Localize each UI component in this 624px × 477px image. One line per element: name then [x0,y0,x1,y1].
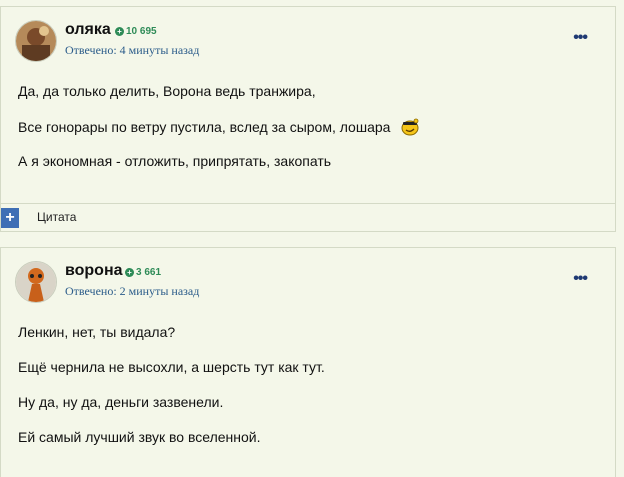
post-paragraph: Ну да, ну да, деньги зазвенели. [18,394,224,410]
avatar[interactable] [15,261,57,303]
more-dots-icon[interactable]: ••• [573,270,588,288]
post-paragraph: Все гонорары по ветру пустила, вслед за … [18,119,391,136]
author-name[interactable]: оляка [65,21,111,39]
plus-circle-icon: + [125,268,134,277]
avatar[interactable] [15,20,57,62]
post-paragraph-with-emoji: Все гонорары по ветру пустила, вслед за … [18,118,420,139]
post-paragraph: Да, да только делить, Ворона ведь транжи… [18,83,316,99]
post-footer: + Цитата [1,203,615,234]
reputation-badge: + 10 695 [115,26,157,37]
plus-circle-icon: + [115,27,124,36]
post-paragraph: А я экономная - отложить, припрятать, за… [18,153,332,169]
reputation-value: 3 661 [136,267,162,278]
post-paragraph: Ленкин, нет, ты видала? [18,324,176,340]
reputation-value: 10 695 [126,26,157,37]
answered-time[interactable]: Отвечено: 4 минуты назад [65,43,199,58]
post-paragraph: Ещё чернила не высохли, а шерсть тут как… [18,359,325,375]
plus-icon[interactable]: + [1,208,19,228]
smirk-smiley-icon [400,118,420,139]
answered-time[interactable]: Отвечено: 2 минуты назад [65,284,199,299]
reputation-badge: + 3 661 [125,267,161,278]
post-paragraph: Ей самый лучший звук во вселенной. [18,429,261,445]
author-name[interactable]: ворона [65,262,123,280]
post: оляка + 10 695 Отвечено: 4 минуты назад … [0,6,616,232]
more-dots-icon[interactable]: ••• [573,29,588,47]
post: ворона + 3 661 Отвечено: 2 минуты назад … [0,247,616,477]
quote-button[interactable]: Цитата [37,210,76,224]
